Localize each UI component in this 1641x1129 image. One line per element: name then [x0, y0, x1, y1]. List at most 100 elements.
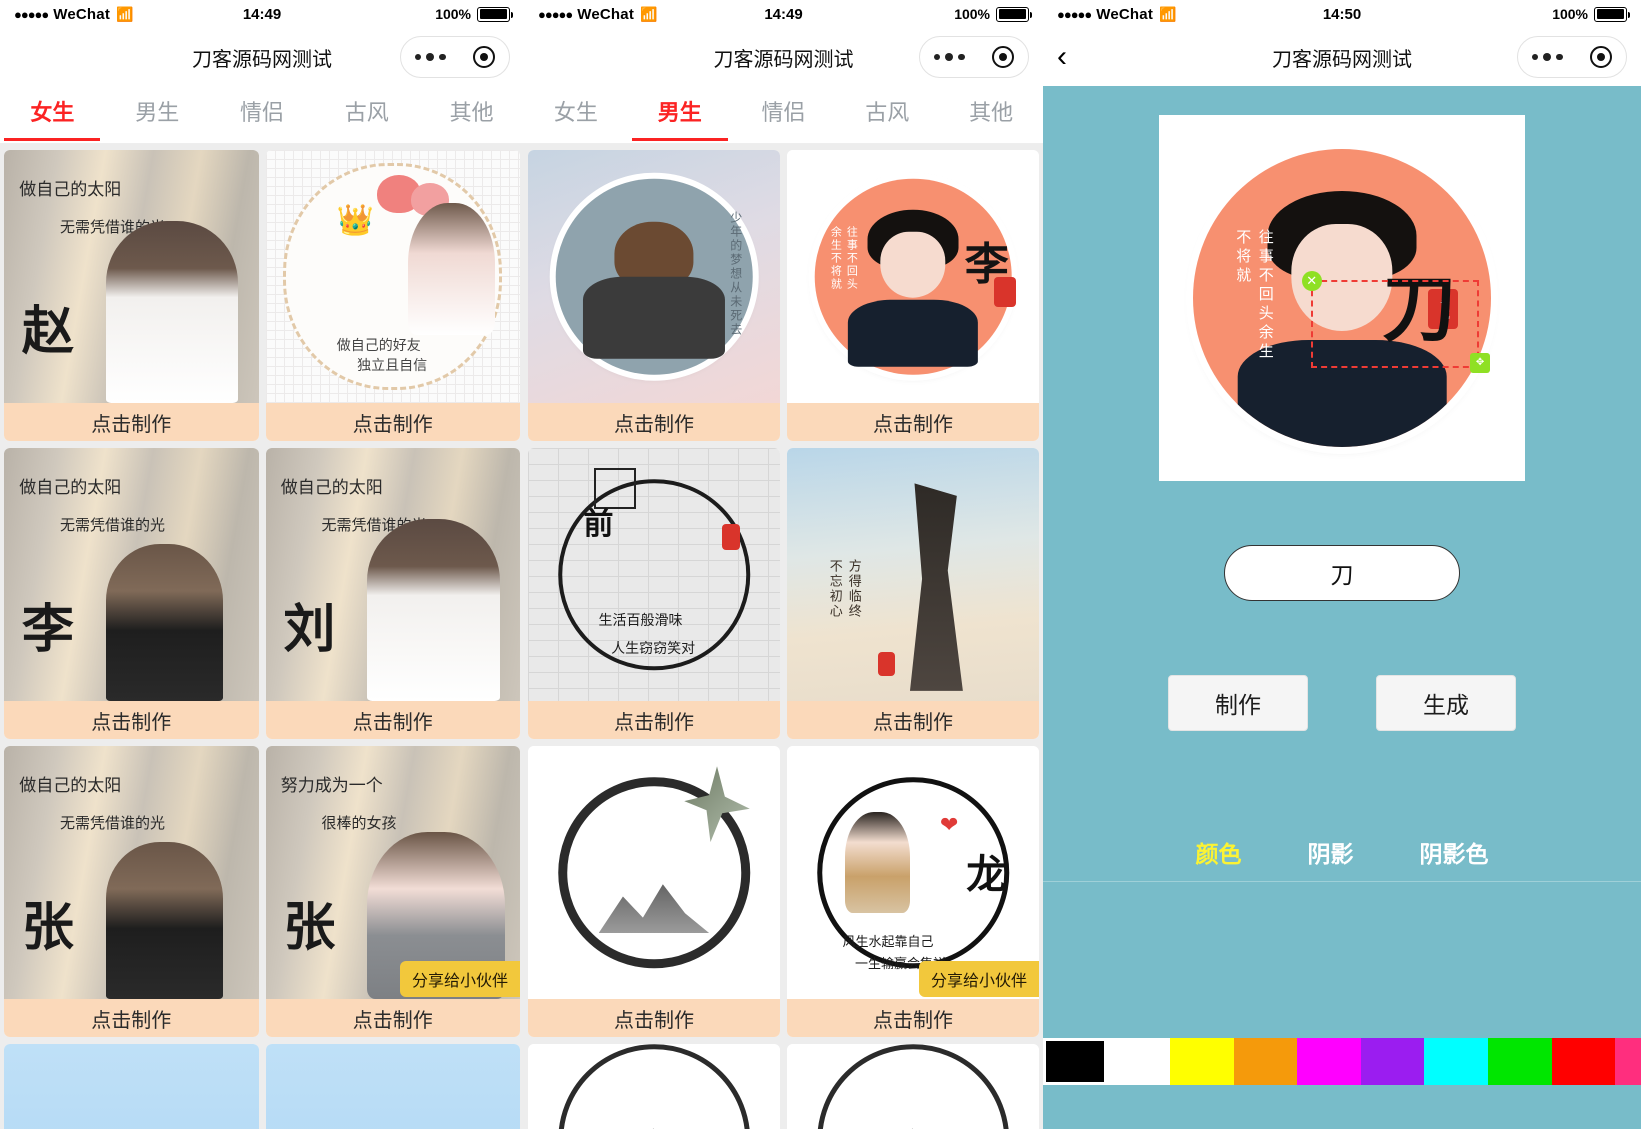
share-badge[interactable]: 分享给小伙伴 [918, 961, 1039, 997]
make-button[interactable]: 点击制作 [528, 701, 780, 739]
avatar-card[interactable]: 做自己的太阳 无需凭借谁的光 刘 点击制作 [265, 448, 520, 739]
make-button[interactable]: 点击制作 [528, 999, 780, 1037]
editor-action-buttons: 制作 生成 [1043, 675, 1641, 731]
make-button[interactable]: 点击制作 [787, 999, 1039, 1037]
generate-button[interactable]: 生成 [1376, 675, 1516, 731]
tab-other[interactable]: 其他 [448, 89, 496, 141]
avatar-card[interactable]: 做自己的太阳 无需凭借谁的光 赵 点击制作 [4, 150, 259, 441]
make-button[interactable]: 制作 [1168, 675, 1308, 731]
color-swatch[interactable] [1297, 1038, 1361, 1085]
nav-bar-2: 刀客源码网测试 [524, 28, 1043, 86]
more-dots-icon[interactable] [414, 53, 446, 61]
tab-ancient[interactable]: 古风 [343, 89, 391, 141]
artwork-line1: 做自己的太阳 [19, 478, 122, 499]
card-thumbnail: 少年的梦想从未死去 [528, 150, 780, 403]
make-button[interactable]: 点击制作 [265, 999, 520, 1037]
avatar-card[interactable]: 点击制作 [265, 1044, 520, 1129]
make-button[interactable]: 点击制作 [265, 403, 520, 441]
color-swatch[interactable] [1551, 1038, 1616, 1085]
tab-color[interactable]: 颜色 [1196, 835, 1242, 869]
artwork-vertical-text: 方得临终 不忘初心 [826, 559, 861, 620]
avatar-card[interactable]: 之 点击制作 [787, 1044, 1039, 1129]
status-battery-group: 100% [954, 6, 1032, 22]
artwork-background [265, 1044, 520, 1129]
tab-ancient[interactable]: 古风 [863, 89, 911, 141]
tab-boys[interactable]: 男生 [133, 89, 181, 141]
name-input[interactable]: 刀 [1224, 545, 1460, 601]
card-thumbnail: 做自己的太阳 无需凭借谁的光 刘 [265, 448, 520, 701]
artwork-line1: 努力成为一个 [280, 776, 383, 797]
avatar-card[interactable]: 👑 做自己的好友 独立且自信 点击制作 [265, 150, 520, 441]
tab-boys[interactable]: 男生 [656, 89, 704, 141]
wechat-capsule-3[interactable] [1517, 36, 1627, 78]
text-selection-box[interactable] [1310, 279, 1480, 368]
more-dots-icon[interactable] [1531, 53, 1563, 61]
avatar-card[interactable]: 点击制作 [4, 1044, 259, 1129]
artwork-vertical-text: 往事不回头 余生不将就 [829, 225, 859, 291]
artwork-line2: 无需凭借谁的光 [59, 813, 165, 832]
wechat-capsule-2[interactable] [919, 36, 1029, 78]
share-badge[interactable]: 分享给小伙伴 [399, 961, 520, 997]
editor-canvas[interactable]: 往事不回头余生不将就 专属 刀 ✕ ✥ [1159, 115, 1525, 481]
artwork-surname: 之 [898, 1120, 928, 1129]
avatar-card[interactable]: 点击制作 [528, 746, 780, 1037]
avatar-card[interactable]: 前 生活百般滑味 人生窃窃笑对 点击制作 [528, 448, 780, 739]
color-swatch[interactable] [1170, 1038, 1234, 1085]
artwork-figure [367, 518, 500, 701]
color-swatch[interactable] [1487, 1038, 1552, 1085]
category-tabs-2: 女生 男生 情侣 古风 其他 [524, 86, 1043, 144]
color-swatch[interactable] [1233, 1038, 1298, 1085]
close-handle-icon[interactable]: ✕ [1301, 270, 1322, 291]
avatar-card[interactable]: 之 点击制作 [528, 1044, 780, 1129]
more-dots-icon[interactable] [933, 53, 965, 61]
make-button[interactable]: 点击制作 [265, 701, 520, 739]
tab-girls[interactable]: 女生 [552, 89, 600, 141]
status-bar-3: ●●●●● WeChat 📶 14:50 100% [1043, 0, 1641, 28]
resize-handle-icon[interactable]: ✥ [1470, 352, 1491, 373]
make-button[interactable]: 点击制作 [787, 403, 1039, 441]
status-battery-group: 100% [1552, 6, 1630, 22]
color-swatch[interactable] [1360, 1038, 1425, 1085]
battery-icon [477, 6, 513, 22]
artwork-line2: 无需凭借谁的光 [59, 515, 165, 534]
artwork-surname: 龙 [966, 851, 1007, 899]
artwork-cursive: 前 [583, 506, 614, 542]
capsule-target-icon[interactable] [992, 46, 1015, 68]
tab-shadow-color[interactable]: 阴影色 [1420, 835, 1489, 869]
make-button[interactable]: 点击制作 [4, 701, 259, 739]
tab-couples[interactable]: 情侣 [238, 89, 286, 141]
tab-girls[interactable]: 女生 [28, 89, 76, 141]
artwork-line1: 做自己的太阳 [280, 478, 383, 499]
avatar-card[interactable]: 方得临终 不忘初心 点击制作 [787, 448, 1039, 739]
capsule-target-icon[interactable] [1590, 46, 1613, 68]
artwork-line1: 做自己的太阳 [19, 776, 122, 797]
make-button[interactable]: 点击制作 [787, 701, 1039, 739]
wechat-capsule-1[interactable] [400, 36, 510, 78]
card-thumbnail: 做自己的太阳 无需凭借谁的光 张 [4, 746, 259, 999]
artwork-figure [105, 220, 239, 403]
battery-percent: 100% [954, 6, 990, 22]
tab-shadow[interactable]: 阴影 [1308, 835, 1354, 869]
avatar-card[interactable]: 往事不回头 余生不将就 李 点击制作 [787, 150, 1039, 441]
color-swatch[interactable] [1615, 1038, 1641, 1085]
make-button[interactable]: 点击制作 [4, 999, 259, 1037]
color-swatch[interactable] [1043, 1038, 1107, 1085]
avatar-editor: 往事不回头余生不将就 专属 刀 ✕ ✥ 刀 制作 生成 颜色 阴影 阴影色 [1043, 86, 1641, 1129]
tab-couples[interactable]: 情侣 [759, 89, 807, 141]
avatar-vertical-text: 往事不回头余生不将就 [1234, 229, 1275, 363]
color-swatch[interactable] [1424, 1038, 1488, 1085]
avatar-card[interactable]: ❤ 龙 风生水起靠自己 一生输赢会集祥 分享给小伙伴 点击制作 [787, 746, 1039, 1037]
avatar-card[interactable]: 做自己的太阳 无需凭借谁的光 李 点击制作 [4, 448, 259, 739]
avatar-card[interactable]: 努力成为一个 很棒的女孩 张 分享给小伙伴 点击制作 [265, 746, 520, 1037]
color-swatch[interactable] [1106, 1038, 1171, 1085]
avatar-card[interactable]: 做自己的太阳 无需凭借谁的光 张 点击制作 [4, 746, 259, 1037]
tab-other[interactable]: 其他 [967, 89, 1015, 141]
avatar-card[interactable]: 少年的梦想从未死去 点击制作 [528, 150, 780, 441]
card-thumbnail: 做自己的太阳 无需凭借谁的光 李 [4, 448, 259, 701]
make-button[interactable]: 点击制作 [4, 403, 259, 441]
make-button[interactable]: 点击制作 [528, 403, 780, 441]
card-thumbnail [4, 1044, 259, 1129]
battery-icon [996, 6, 1032, 22]
capsule-target-icon[interactable] [473, 46, 496, 68]
color-swatch-row [1043, 1038, 1641, 1085]
